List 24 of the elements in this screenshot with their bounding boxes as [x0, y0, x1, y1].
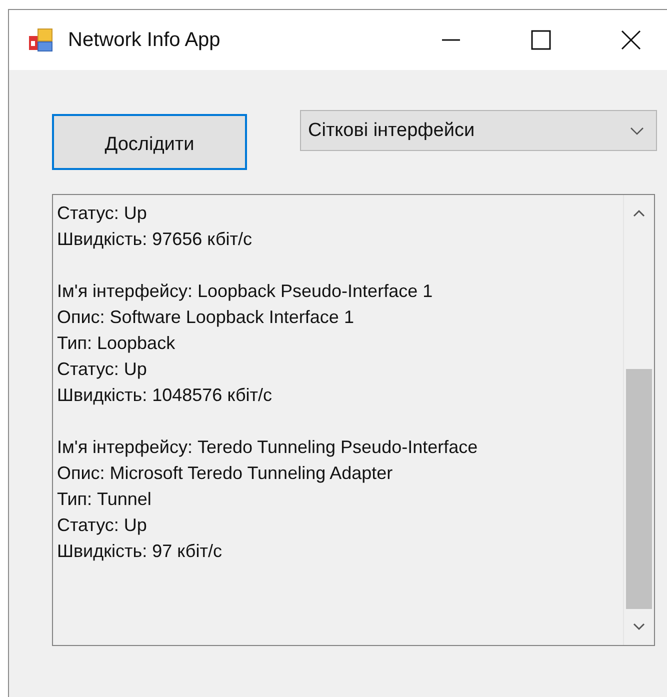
output-line: Ім'я інтерфейсу: Loopback Pseudo-Interface 1 — [57, 280, 433, 303]
output-text-area[interactable] — [52, 194, 655, 646]
dropdown[interactable]: Сіткові інтерфейси — [300, 110, 657, 151]
maximize-icon[interactable] — [530, 29, 552, 51]
output-line: Швидкість: 97656 кбіт/с — [57, 228, 252, 251]
scroll-up-icon[interactable] — [633, 209, 645, 217]
output-line: Статус: Up — [57, 514, 147, 537]
window-title: Network Info App — [68, 28, 222, 52]
output-line: Опис: Software Loopback Interface 1 — [57, 306, 354, 329]
output-line: Опис: Microsoft Teredo Tunneling Adapter — [57, 462, 393, 485]
output-line: Тип: Tunnel — [57, 488, 152, 511]
output-line: Статус: Up — [57, 358, 147, 381]
app-icon — [28, 27, 54, 53]
output-line: Статус: Up — [57, 202, 147, 225]
output-line: Ім'я інтерфейсу: Teredo Tunneling Pseudo-Interface — [57, 436, 478, 459]
chevron-down-icon — [630, 126, 644, 134]
output-line: Тип: Loopback — [57, 332, 176, 355]
scrollbar-thumb[interactable] — [626, 369, 652, 609]
output-line: Швидкість: 97 кбіт/с — [57, 540, 222, 563]
close-icon[interactable] — [620, 29, 642, 51]
output-line: Швидкість: 1048576 кбіт/с — [57, 384, 272, 407]
explore-button[interactable]: Дослідити — [52, 114, 247, 170]
scroll-down-icon[interactable] — [633, 623, 645, 631]
scrollbar[interactable] — [623, 195, 654, 645]
